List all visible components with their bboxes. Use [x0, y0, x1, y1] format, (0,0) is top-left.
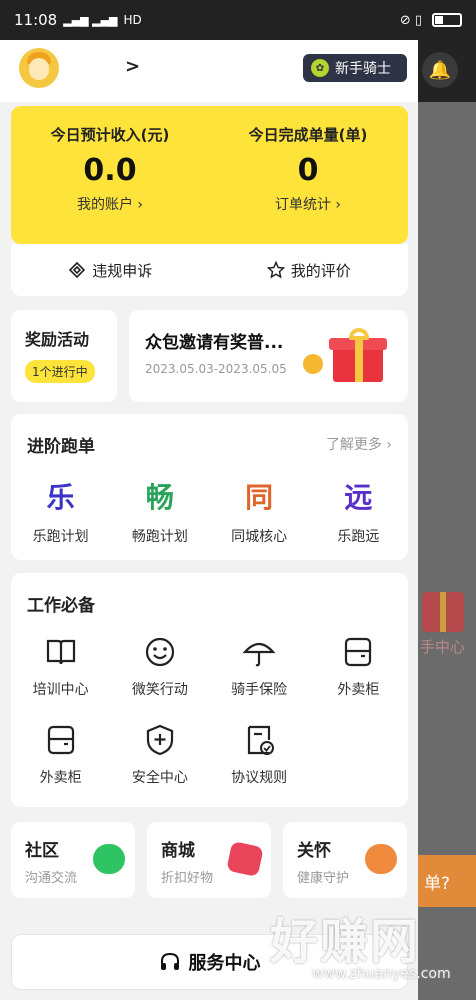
- care-card[interactable]: 关怀 健康守护: [283, 822, 407, 898]
- status-time: 11:08: [14, 11, 58, 29]
- order-stats-link[interactable]: 订单统计 ›: [209, 194, 407, 214]
- tongcheng-char: 同: [245, 481, 274, 514]
- my-rating-label: 我的评价: [290, 261, 351, 280]
- appeal-label: 违规申诉: [92, 261, 153, 280]
- background-header: 🔔: [418, 40, 476, 102]
- rider-insurance-label: 骑手保险: [231, 682, 288, 698]
- income-value: 0.0: [83, 153, 137, 188]
- training-center-label: 培训中心: [32, 682, 89, 698]
- service-center-label: 服务中心: [188, 953, 261, 974]
- coin-icon: [303, 354, 323, 374]
- status-icons: ⊘ ▯: [399, 12, 422, 28]
- agreement-rules-button[interactable]: 协议规则: [210, 723, 309, 787]
- avatar[interactable]: [19, 48, 59, 88]
- work-title: 工作必备: [27, 596, 95, 616]
- gift-icon: [327, 326, 387, 382]
- changpao-label: 畅跑计划: [131, 529, 188, 545]
- smile-icon: [145, 637, 174, 667]
- takeout-locker-label-2: 外卖柜: [39, 770, 82, 786]
- rider-level-badge[interactable]: ✿ 新手骑士: [303, 54, 407, 82]
- rider-level-label: 新手骑士: [335, 61, 391, 77]
- bell-icon[interactable]: 🔔: [422, 52, 458, 88]
- advanced-item-lepao[interactable]: 乐 乐跑计划: [11, 476, 110, 546]
- heart-icon: [365, 844, 397, 874]
- document-check-icon: [248, 725, 275, 755]
- my-rating-button[interactable]: 我的评价: [210, 260, 409, 281]
- training-center-button[interactable]: 培训中心: [11, 635, 110, 699]
- network-label: HD: [123, 13, 142, 27]
- promo-banner[interactable]: 众包邀请有奖普... 2023.05.03-2023.05.05: [129, 310, 408, 402]
- battery-icon: [432, 13, 462, 27]
- sprout-icon: ✿: [311, 59, 329, 77]
- status-bar: 11:08 ▂▄▆ ▂▄▆ HD ⊘ ▯: [0, 0, 476, 40]
- background-order-label: 单?: [424, 873, 451, 894]
- advanced-section: 进阶跑单 了解更多 › 乐 乐跑计划 畅 畅跑计划 同 同城核心 远 乐跑远: [11, 414, 408, 560]
- quick-actions: 违规申诉 我的评价: [11, 244, 408, 296]
- umbrella-icon: [242, 642, 276, 667]
- work-grid-row1: 培训中心 微笑行动 骑手保险 外卖柜: [11, 635, 408, 699]
- shop-tag-icon: [226, 841, 264, 877]
- headset-icon: [160, 952, 179, 970]
- shield-icon: [146, 724, 173, 756]
- smile-action-label: 微笑行动: [131, 682, 188, 698]
- background-gift-banner[interactable]: 手中心: [418, 588, 476, 658]
- reward-activity-card[interactable]: 奖励活动 1个进行中: [11, 310, 117, 402]
- income-today: 今日预计收入(元) 0.0 我的账户 ›: [11, 124, 209, 214]
- orders-label: 今日完成单量(单): [248, 126, 368, 144]
- income-card: 今日预计收入(元) 0.0 我的账户 › 今日完成单量(单) 0 订单统计 ›: [11, 106, 408, 244]
- star-icon: [266, 261, 285, 279]
- smile-action-button[interactable]: 微笑行动: [110, 635, 209, 699]
- work-grid-row2: 外卖柜 安全中心 协议规则: [11, 723, 408, 787]
- takeout-locker-button-2[interactable]: 外卖柜: [11, 723, 110, 787]
- promo-date: 2023.05.03-2023.05.05: [145, 362, 287, 376]
- rider-insurance-button[interactable]: 骑手保险: [210, 635, 309, 699]
- advanced-item-changpao[interactable]: 畅 畅跑计划: [110, 476, 209, 546]
- reward-title: 奖励活动: [25, 330, 90, 349]
- chat-icon: [93, 844, 125, 874]
- work-essentials-section: 工作必备 培训中心 微笑行动 骑手保险 外卖柜 外卖柜 安全中心 协议规则: [11, 573, 408, 807]
- mall-card[interactable]: 商城 折扣好物: [147, 822, 271, 898]
- orders-value: 0: [297, 153, 319, 188]
- background-page: 🔔 手中心 单?: [418, 40, 476, 1000]
- lepao-char: 乐: [46, 481, 75, 514]
- changpao-char: 畅: [145, 481, 174, 514]
- takeout-locker-label: 外卖柜: [337, 682, 380, 698]
- appeal-button[interactable]: 违规申诉: [11, 260, 210, 281]
- signal-icon: ▂▄▆ ▂▄▆: [63, 13, 118, 27]
- advanced-item-tongcheng[interactable]: 同 同城核心: [210, 476, 309, 546]
- lepaoyuan-char: 远: [344, 481, 373, 514]
- advanced-grid: 乐 乐跑计划 畅 畅跑计划 同 同城核心 远 乐跑远: [11, 476, 408, 546]
- security-center-button[interactable]: 安全中心: [110, 723, 209, 787]
- advanced-item-lepaoyuan[interactable]: 远 乐跑远: [309, 476, 408, 546]
- side-drawer: > ✿ 新手骑士 今日预计收入(元) 0.0 我的账户 › 今日完成单量(单) …: [0, 40, 418, 1000]
- profile-header: > ✿ 新手骑士: [0, 40, 418, 102]
- tongcheng-label: 同城核心: [231, 529, 288, 545]
- agreement-rules-label: 协议规则: [231, 770, 288, 786]
- locker-icon: [345, 637, 372, 667]
- my-account-link[interactable]: 我的账户 ›: [11, 194, 209, 214]
- promo-title: 众包邀请有奖普...: [145, 333, 284, 353]
- income-label: 今日预计收入(元): [50, 126, 170, 144]
- profile-chevron-icon[interactable]: >: [125, 56, 140, 77]
- takeout-locker-button[interactable]: 外卖柜: [309, 635, 408, 699]
- learn-more-link[interactable]: 了解更多 ›: [326, 434, 392, 454]
- book-icon: [46, 639, 75, 665]
- community-card[interactable]: 社区 沟通交流: [11, 822, 135, 898]
- lepaoyuan-label: 乐跑远: [337, 529, 380, 545]
- lepao-label: 乐跑计划: [32, 529, 89, 545]
- appeal-icon: [69, 261, 86, 279]
- watermark-url: www.zhuanyes.com: [312, 966, 451, 982]
- advanced-title: 进阶跑单: [27, 437, 95, 457]
- background-order-button[interactable]: 单?: [418, 855, 476, 907]
- watermark-text: 好赚网: [270, 914, 421, 970]
- locker-icon: [47, 725, 74, 755]
- reward-status-badge: 1个进行中: [25, 360, 95, 383]
- orders-today: 今日完成单量(单) 0 订单统计 ›: [209, 124, 407, 214]
- background-gift-label: 手中心: [420, 638, 466, 656]
- security-center-label: 安全中心: [131, 770, 188, 786]
